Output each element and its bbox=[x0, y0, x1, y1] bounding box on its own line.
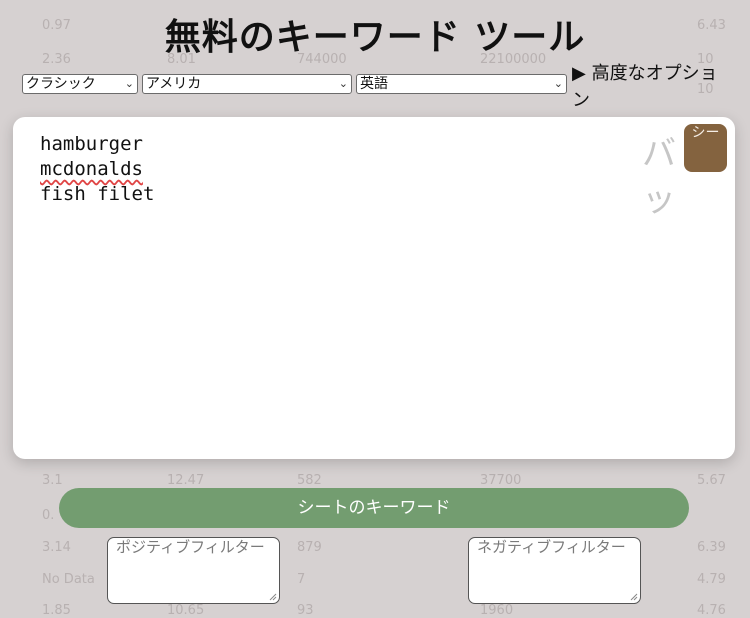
keyword-list: hamburger mcdonalds fish filet bbox=[40, 132, 154, 207]
table-cell: 3.1 bbox=[42, 473, 63, 488]
keyword-line-misspelled: mcdonalds bbox=[40, 158, 143, 180]
table-cell: 7 bbox=[297, 572, 306, 587]
chevron-down-icon: ⌄ bbox=[338, 77, 348, 90]
table-cell: 37700 bbox=[480, 473, 522, 488]
table-cell: 4.76 bbox=[697, 603, 726, 618]
resize-grip-icon[interactable] bbox=[630, 593, 638, 601]
table-cell: 1960 bbox=[480, 603, 514, 618]
keyword-tool-page: 0.97 6.43 2.36 8.01 744000 22100000 10 1… bbox=[0, 0, 750, 618]
keyword-line: hamburger bbox=[40, 133, 143, 155]
mode-select-value: クラシック bbox=[26, 76, 96, 92]
table-cell: 12.47 bbox=[167, 473, 205, 488]
table-cell: 1.85 bbox=[42, 603, 71, 618]
positive-filter-input[interactable]: ポジティブフィルター bbox=[107, 537, 280, 604]
positive-filter-placeholder: ポジティブフィルター bbox=[116, 538, 265, 556]
chevron-down-icon: ⌄ bbox=[553, 77, 563, 90]
country-select[interactable]: アメリカ ⌄ bbox=[142, 74, 352, 94]
page-title: 無料のキーワード ツール bbox=[164, 17, 586, 58]
table-cell: 10.65 bbox=[167, 603, 205, 618]
sheet-button[interactable]: シー bbox=[684, 124, 727, 172]
language-select[interactable]: 英語 ⌄ bbox=[356, 74, 567, 94]
keyword-textarea[interactable]: hamburger mcdonalds fish filet バッ シー bbox=[13, 117, 735, 459]
chevron-down-icon: ⌄ bbox=[124, 77, 134, 90]
mode-select[interactable]: クラシック ⌄ bbox=[22, 74, 138, 94]
table-row: 1.85 10.65 93 1960 4.76 bbox=[0, 603, 750, 618]
table-cell: 4.79 bbox=[697, 572, 726, 587]
sheet-keywords-button[interactable]: シートのキーワード bbox=[59, 488, 689, 528]
advanced-options-toggle[interactable]: ▶ 高度なオプション bbox=[572, 60, 732, 114]
table-cell: 93 bbox=[297, 603, 314, 618]
table-cell: 0. bbox=[42, 508, 55, 523]
table-cell: 3.14 bbox=[42, 540, 71, 555]
table-cell: 582 bbox=[297, 473, 322, 488]
keyword-line: fish filet bbox=[40, 183, 155, 205]
table-cell: 6.39 bbox=[697, 540, 726, 555]
batch-label: バッ bbox=[642, 134, 676, 220]
table-cell: 879 bbox=[297, 540, 322, 555]
negative-filter-placeholder: ネガティブフィルター bbox=[477, 538, 626, 556]
country-select-value: アメリカ bbox=[146, 76, 202, 92]
table-cell: No Data bbox=[42, 572, 95, 587]
language-select-value: 英語 bbox=[360, 76, 388, 92]
negative-filter-input[interactable]: ネガティブフィルター bbox=[468, 537, 641, 604]
table-cell: 5.67 bbox=[697, 473, 726, 488]
resize-grip-icon[interactable] bbox=[269, 593, 277, 601]
